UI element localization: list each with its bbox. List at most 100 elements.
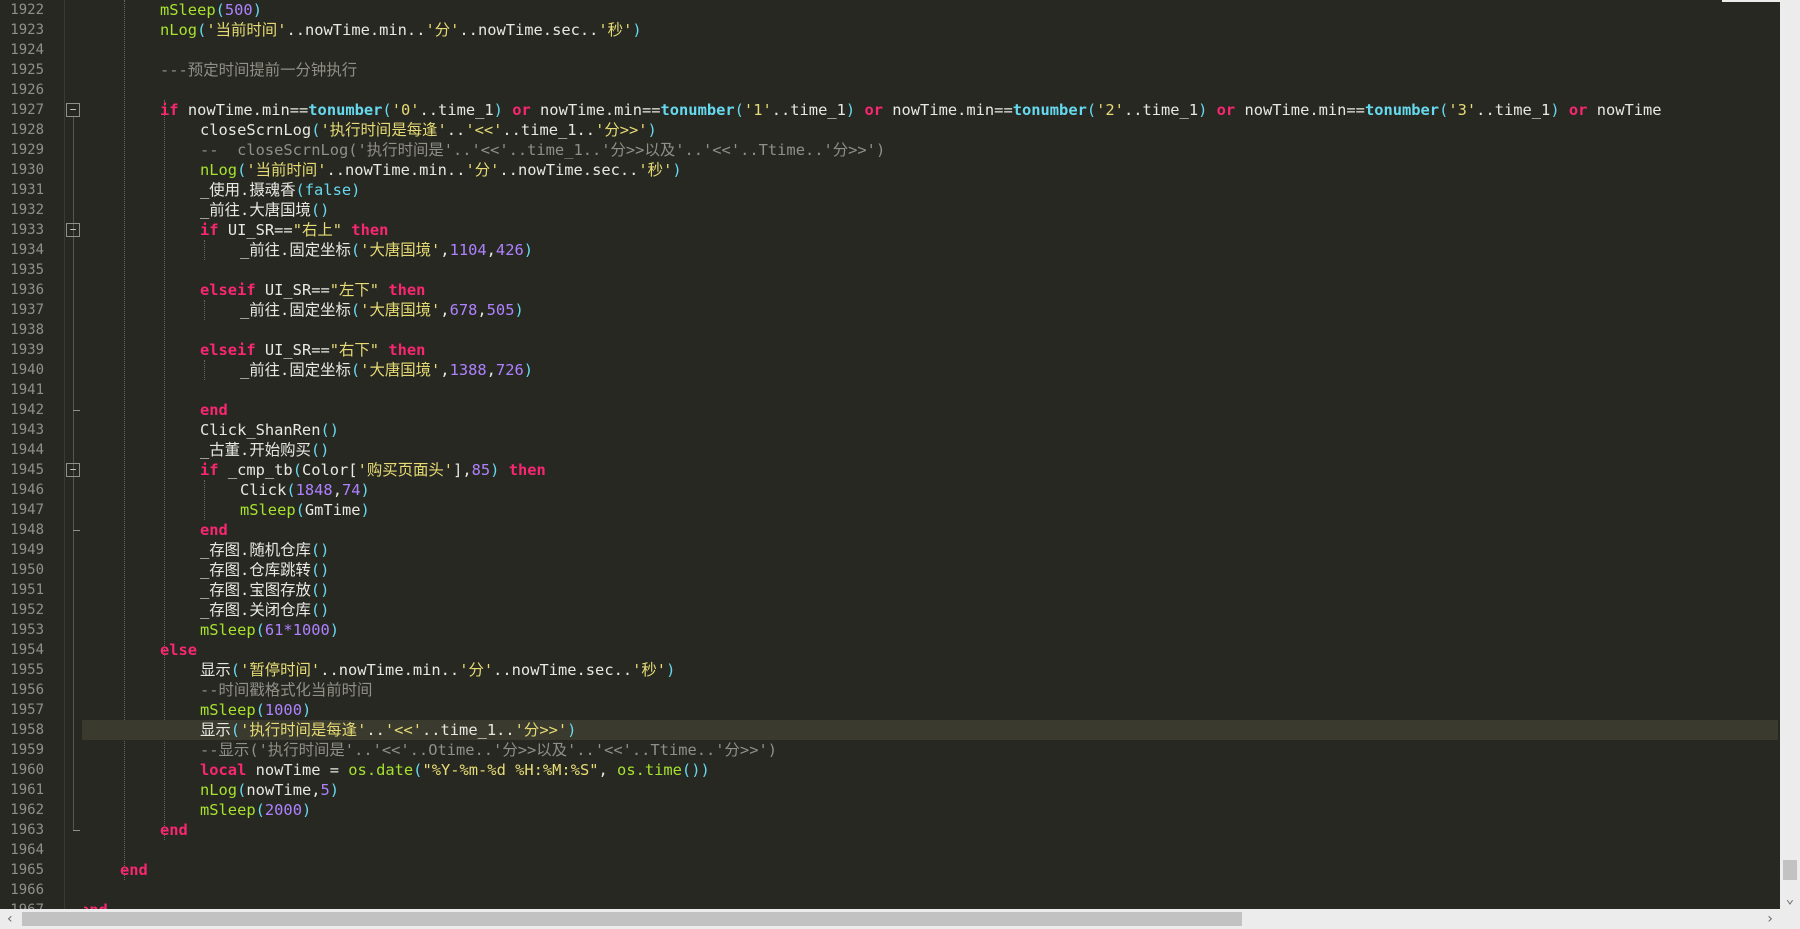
horizontal-scroll-thumb[interactable] [22,912,1242,926]
code-token: 426 [495,241,524,259]
code-token: ( [382,101,392,119]
code-token: () [310,581,330,599]
code-token: ( [350,301,361,319]
code-line[interactable]: _前往.固定坐标('大唐国境',1388,726) [240,360,533,380]
code-token: end [160,821,188,839]
code-token: '大唐国境' [360,301,441,319]
vertical-scrollbar[interactable]: ⌄ [1780,0,1800,909]
horizontal-scrollbar[interactable]: ‹ › [0,909,1780,929]
code-token: '购买页面头' [357,461,454,479]
code-token: ( [734,101,744,119]
code-line[interactable]: end [84,900,108,909]
code-line[interactable]: mSleep(500) [160,0,262,20]
code-line[interactable]: end [160,820,188,840]
code-line[interactable]: ---预定时间提前一分钟执行 [160,60,357,80]
code-line[interactable]: if _cmp_tb(Color['购买页面头'],85) then [200,460,546,480]
code-line[interactable]: _存图.仓库跳转() [200,560,329,580]
code-line[interactable]: if UI_SR=="右上" then [200,220,388,240]
minus-box-icon[interactable]: − [66,463,80,477]
code-line[interactable]: --时间戳格式化当前时间 [200,680,372,700]
code-token: or [864,101,883,119]
code-token: mSleep [200,621,256,639]
code-line[interactable]: end [200,400,228,420]
code-line[interactable]: _前往.固定坐标('大唐国境',1104,426) [240,240,533,260]
code-token: mSleep [160,1,216,19]
line-number: 1959 [10,742,44,758]
code-token: _前往.大唐国境 [200,201,311,219]
code-token: '当前时间' [246,161,327,179]
code-token: local [200,761,247,779]
minus-box-icon[interactable]: − [66,223,80,237]
code-line[interactable]: closeScrnLog('执行时间是每逢'..'<<'..time_1..'分… [200,120,657,140]
code-line[interactable]: _使用.摄魂香(false) [200,180,360,200]
code-line[interactable]: else [160,640,197,660]
minus-box-icon[interactable]: − [66,103,80,117]
code-line[interactable]: -- closeScrnLog('执行时间是'..'<<'..time_1..'… [200,140,885,160]
code-token: () [310,561,330,579]
code-line[interactable]: _古董.开始购买() [200,440,329,460]
line-number: 1954 [10,642,44,658]
code-token: ..time_1 [1123,101,1199,119]
code-token: ..time_1.. [502,121,596,139]
code-token: 74 [341,481,361,499]
code-token: '大唐国境' [360,241,441,259]
code-line[interactable]: Click_ShanRen() [200,420,339,440]
line-number: 1956 [10,682,44,698]
line-number: 1965 [10,862,44,878]
code-line[interactable]: local nowTime = os.date("%Y-%m-%d %H:%M:… [200,760,710,780]
line-number: 1939 [10,342,44,358]
vertical-scroll-thumb[interactable] [1783,860,1797,880]
code-line[interactable]: if nowTime.min==tonumber('0'..time_1) or… [160,100,1662,120]
code-token: '当前时间' [206,21,287,39]
code-line[interactable]: nLog('当前时间'..nowTime.min..'分'..nowTime.s… [160,20,642,40]
code-line[interactable]: --显示('执行时间是'..'<<'..Otime..'分>>以及'..'<<'… [200,740,777,760]
code-line[interactable]: end [200,520,228,540]
code-line[interactable]: 显示('执行时间是每逢'..'<<'..time_1..'分>>') [200,720,576,740]
code-editor[interactable]: mSleep(500) nLog('当前时间'..nowTime.min..'分'… [84,0,1780,909]
code-token: 505 [486,301,515,319]
code-token: '1' [743,101,772,119]
code-token: , [477,301,487,319]
code-line[interactable]: mSleep(61*1000) [200,620,339,640]
code-token: ..time_1 [419,101,494,119]
code-line[interactable]: mSleep(2000) [200,800,311,820]
code-token: 61*1000 [264,621,330,639]
code-line[interactable]: elseif UI_SR=="左下" then [200,280,425,300]
line-number: 1952 [10,602,44,618]
code-token: "右上" [292,221,343,239]
code-token: '秒' [638,161,673,179]
line-number: 1949 [10,542,44,558]
code-token: _存图.随机仓库 [200,541,311,559]
code-line[interactable]: _存图.关闭仓库() [200,600,329,620]
code-line[interactable]: _前往.固定坐标('大唐国境',678,505) [240,300,524,320]
code-token: -- closeScrnLog('执行时间是'..'<<'..time_1..'… [200,141,886,159]
chevron-left-icon[interactable]: ‹ [0,909,20,929]
code-line[interactable]: nLog(nowTime,5) [200,780,339,800]
code-token: ( [230,661,241,679]
code-line[interactable]: _存图.宝图存放() [200,580,329,600]
line-number: 1927 [10,102,44,118]
code-token: elseif [200,341,256,359]
code-token: () [310,541,330,559]
code-line[interactable]: nLog('当前时间'..nowTime.min..'分'..nowTime.s… [200,160,682,180]
code-token: '暂停时间' [240,661,321,679]
line-number: 1932 [10,202,44,218]
code-line[interactable]: mSleep(GmTime) [240,500,370,520]
chevron-down-icon[interactable]: ⌄ [1780,889,1800,909]
code-line[interactable]: 显示('暂停时间'..nowTime.min..'分'..nowTime.sec… [200,660,675,680]
code-line[interactable]: _前往.大唐国境() [200,200,329,220]
code-line[interactable]: mSleep(1000) [200,700,311,720]
code-token: ( [237,781,247,799]
code-token: nowTime.min== [1235,101,1365,119]
code-line[interactable]: _存图.随机仓库() [200,540,329,560]
chevron-right-icon[interactable]: › [1760,909,1780,929]
code-token: ) [301,801,312,819]
code-token: nowTime.min== [178,101,309,119]
code-token: 678 [449,301,478,319]
code-line[interactable]: Click(1848,74) [240,480,370,500]
code-token: ..nowTime.sec.. [499,161,639,179]
code-token: os.date [348,761,414,779]
code-line[interactable]: elseif UI_SR=="右下" then [200,340,425,360]
code-line[interactable]: end [120,860,148,880]
